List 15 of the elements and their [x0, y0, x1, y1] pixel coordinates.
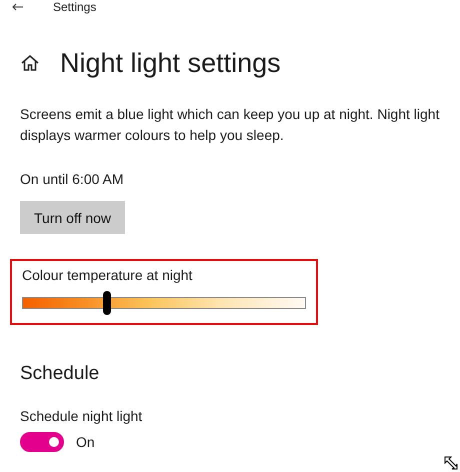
colour-temperature-slider[interactable]	[22, 291, 306, 315]
page-title: Night light settings	[60, 48, 281, 78]
back-icon[interactable]	[12, 3, 24, 11]
setting-label: Schedule night light	[20, 408, 144, 424]
cursor-icon	[444, 456, 458, 470]
slider-label: Colour temperature at night	[22, 267, 194, 283]
description-text: Screens emit a blue light which can keep you up at night. Night light displays warmer colours to help you sleep.	[20, 105, 440, 145]
home-icon[interactable]	[20, 53, 40, 73]
turn-off-button[interactable]: Turn off now	[20, 201, 126, 234]
section-heading: Schedule	[20, 363, 100, 385]
window-title: Settings	[53, 0, 96, 14]
status-text: On until 6:00 AM	[20, 171, 125, 187]
toggle-switch[interactable]	[20, 432, 64, 452]
toggle-state-text: On	[76, 434, 95, 450]
slider-thumb[interactable]	[103, 291, 112, 315]
